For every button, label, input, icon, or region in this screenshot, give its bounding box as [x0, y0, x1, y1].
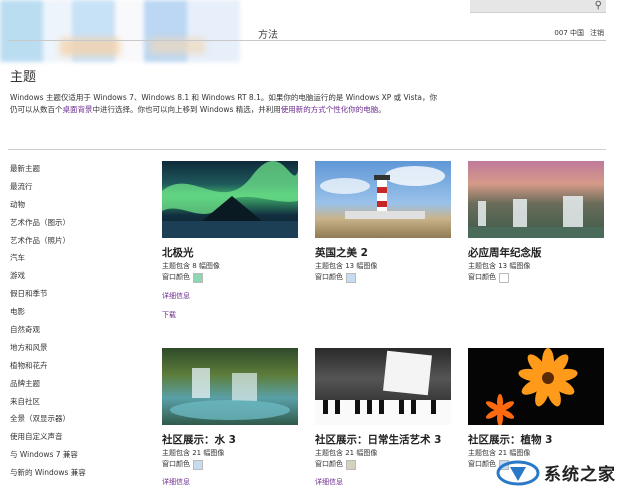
theme-image-count: 主题包含 21 幅图像: [315, 449, 378, 457]
desktop-backgrounds-link[interactable]: 桌面背景: [63, 105, 93, 114]
intro-text-b: 中进行选择。你也可以向上移到 Windows 精选，并利用: [92, 105, 281, 114]
signout-link[interactable]: 注销: [590, 28, 604, 38]
sidebar-item-new-windows[interactable]: 与新的 Windows 兼容: [10, 464, 130, 482]
window-color-label: 窗口颜色: [315, 460, 343, 468]
window-color-label: 窗口颜色: [162, 460, 190, 468]
intro-line-1: Windows 主题仅适用于 Windows 7、Windows 8.1 和 W…: [10, 93, 438, 102]
theme-card-water[interactable]: 社区展示：水 3 主题包含 21 幅图像 窗口颜色 详细信息: [162, 348, 298, 487]
window-color-row: 窗口颜色: [162, 459, 298, 470]
theme-title[interactable]: 社区展示：水 3: [162, 433, 298, 447]
theme-title[interactable]: 必应周年纪念版: [468, 246, 604, 260]
theme-title[interactable]: 英国之美 2: [315, 246, 451, 260]
theme-title[interactable]: 社区展示：日常生活艺术 3: [315, 433, 451, 447]
intro-text: Windows 主题仅适用于 Windows 7、Windows 8.1 和 W…: [10, 92, 480, 116]
window-color-row: 窗口颜色: [315, 459, 451, 470]
download-link[interactable]: 下载: [162, 310, 298, 320]
intro-text-c: 。: [378, 105, 386, 114]
sidebar-item-games[interactable]: 游戏: [10, 267, 130, 285]
theme-title[interactable]: 社区展示：植物 3: [468, 433, 604, 447]
window-color-swatch: [499, 272, 509, 283]
sidebar-item-cars[interactable]: 汽车: [10, 249, 130, 267]
theme-image-count: 主题包含 8 幅图像: [162, 262, 220, 270]
sidebar-item-brands[interactable]: 品牌主题: [10, 375, 130, 393]
search-icon[interactable]: ⚲: [595, 0, 602, 11]
sidebar-item-places[interactable]: 地方和风景: [10, 339, 130, 357]
window-color-swatch: [193, 459, 203, 470]
header-divider: [8, 40, 606, 41]
sidebar-item-plants[interactable]: 植物和花卉: [10, 357, 130, 375]
theme-card-uk[interactable]: 英国之美 2 主题包含 13 幅图像 窗口颜色: [315, 161, 451, 283]
sidebar-item-popular[interactable]: 最流行: [10, 178, 130, 196]
sidebar-item-animals[interactable]: 动物: [10, 196, 130, 214]
sidebar-item-movies[interactable]: 电影: [10, 303, 130, 321]
theme-thumbnail[interactable]: [315, 161, 451, 238]
theme-thumbnail[interactable]: [162, 161, 298, 238]
theme-thumbnail[interactable]: [162, 348, 298, 425]
blurred-logo: [0, 0, 240, 62]
sidebar-item-natural-wonders[interactable]: 自然奇观: [10, 321, 130, 339]
sidebar-item-newest[interactable]: 最新主题: [10, 160, 130, 178]
category-sidebar: 最新主题 最流行 动物 艺术作品（图示） 艺术作品（照片） 汽车 游戏 假日和季…: [10, 160, 130, 482]
details-link[interactable]: 详细信息: [315, 477, 451, 487]
personalize-link[interactable]: 使用新的方式个性化你的电脑: [281, 105, 379, 114]
theme-card-plants[interactable]: 社区展示：植物 3 主题包含 21 幅图像 窗口颜色: [468, 348, 604, 470]
theme-card-bing[interactable]: 必应周年纪念版 主题包含 13 幅图像 窗口颜色: [468, 161, 604, 283]
watermark-text: 系统之家: [544, 464, 616, 485]
theme-card-aurora[interactable]: 北极光 主题包含 8 幅图像 窗口颜色 详细信息 下载: [162, 161, 298, 320]
sidebar-item-custom-sounds[interactable]: 使用自定义声音: [10, 428, 130, 446]
window-color-label: 窗口颜色: [468, 460, 496, 468]
theme-image-count: 主题包含 21 幅图像: [162, 449, 225, 457]
theme-thumbnail[interactable]: [468, 348, 604, 425]
sidebar-item-art-illustration[interactable]: 艺术作品（图示）: [10, 214, 130, 232]
details-link[interactable]: 详细信息: [162, 291, 298, 301]
window-color-row: 窗口颜色: [468, 272, 604, 283]
window-color-row: 窗口颜色: [162, 272, 298, 283]
region-link[interactable]: 007 中国: [554, 28, 584, 38]
theme-image-count: 主题包含 13 幅图像: [315, 262, 378, 270]
intro-line-2: 仍可以从数百个桌面背景中进行选择。你也可以向上移到 Windows 精选，并利用…: [10, 104, 480, 116]
theme-title[interactable]: 北极光: [162, 246, 298, 260]
intro-text-a: 仍可以从数百个: [10, 105, 63, 114]
content-divider: [8, 149, 606, 150]
theme-image-count: 主题包含 13 幅图像: [468, 262, 531, 270]
account-links: 007 中国 注销: [554, 28, 604, 38]
page-title: 主题: [10, 70, 37, 85]
window-color-label: 窗口颜色: [468, 273, 496, 281]
window-color-label: 窗口颜色: [315, 273, 343, 281]
window-color-swatch: [193, 272, 203, 283]
details-link[interactable]: 详细信息: [162, 477, 298, 487]
window-color-swatch: [346, 272, 356, 283]
window-color-swatch: [346, 459, 356, 470]
sidebar-item-holidays[interactable]: 假日和季节: [10, 285, 130, 303]
window-color-row: 窗口颜色: [315, 272, 451, 283]
sidebar-item-win7[interactable]: 与 Windows 7 兼容: [10, 446, 130, 464]
sidebar-item-community[interactable]: 来自社区: [10, 393, 130, 411]
search-input[interactable]: ⚲: [470, 0, 606, 13]
window-color-label: 窗口颜色: [162, 273, 190, 281]
theme-card-daily-art[interactable]: 社区展示：日常生活艺术 3 主题包含 21 幅图像 窗口颜色 详细信息: [315, 348, 451, 487]
theme-thumbnail[interactable]: [315, 348, 451, 425]
watermark-logo-icon: [496, 460, 540, 486]
sidebar-item-art-photo[interactable]: 艺术作品（照片）: [10, 232, 130, 250]
theme-thumbnail[interactable]: [468, 161, 604, 238]
site-watermark: 系统之家: [496, 457, 616, 487]
nav-tab-partial[interactable]: 方法: [258, 26, 278, 41]
sidebar-item-panoramic[interactable]: 全景（双显示器）: [10, 410, 130, 428]
